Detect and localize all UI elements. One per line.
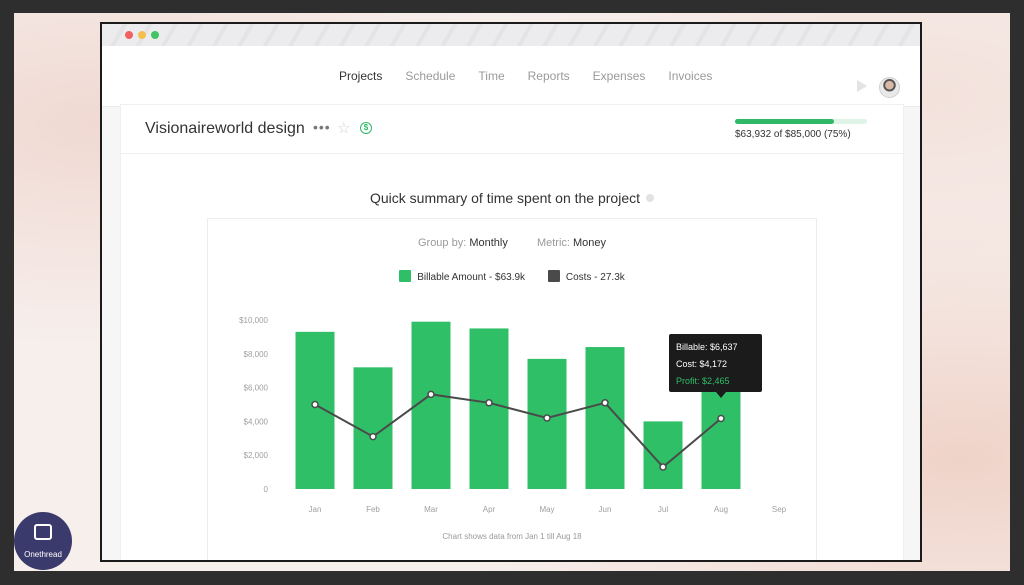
top-navbar: Projects Schedule Time Reports Expenses … xyxy=(102,46,920,107)
info-icon[interactable] xyxy=(646,194,654,202)
more-options-icon[interactable]: ••• xyxy=(313,119,331,135)
tooltip-profit: Profit: $2,465 xyxy=(676,376,730,386)
costs-point xyxy=(543,414,551,422)
costs-point xyxy=(659,463,667,471)
costs-point xyxy=(427,390,435,399)
budget-progress-fill xyxy=(735,119,834,124)
y-tick-label: $4,000 xyxy=(244,417,269,426)
tooltip-cost: Cost: $4,172 xyxy=(676,359,727,369)
x-tick-label: May xyxy=(539,505,554,514)
nav-item-expenses[interactable]: Expenses xyxy=(593,69,646,83)
summary-title-text: Quick summary of time spent on the proje… xyxy=(370,190,640,206)
nav-item-invoices[interactable]: Invoices xyxy=(668,69,712,83)
onethread-logo: Onethread xyxy=(14,512,72,570)
brand-name: Onethread xyxy=(24,550,62,559)
project-title: Visionaireworld design xyxy=(145,120,305,137)
chart-footnote: Chart shows data from Jan 1 till Aug 18 xyxy=(442,532,582,541)
nav-item-projects[interactable]: Projects xyxy=(339,69,382,83)
costs-point xyxy=(311,400,319,409)
tooltip-billable: Billable: $6,637 xyxy=(676,342,738,352)
costs-point xyxy=(717,414,725,423)
bar-jan xyxy=(295,331,335,489)
summary-heading: Quick summary of time spent on the proje… xyxy=(121,190,903,206)
maximize-window-dot[interactable] xyxy=(151,31,159,39)
nav-item-time[interactable]: Time xyxy=(478,69,504,83)
billable-dollar-icon: $ xyxy=(360,122,372,134)
y-tick-label: 0 xyxy=(264,485,269,494)
x-tick-label: Jun xyxy=(599,505,612,514)
bar-line-chart: 0 $2,000 $4,000 $6,000 $8,000 $10,000 Jan Feb Ma… xyxy=(239,316,787,514)
nav-item-reports[interactable]: Reports xyxy=(528,69,570,83)
costs-point xyxy=(369,432,377,441)
bar-apr xyxy=(469,328,509,489)
x-tick-label: Feb xyxy=(366,505,380,514)
y-tick-label: $6,000 xyxy=(244,384,269,393)
chart-panel: Group by: Monthly Metric: Money Billable… xyxy=(207,218,817,560)
minimize-window-dot[interactable] xyxy=(138,31,146,39)
close-window-dot[interactable] xyxy=(125,31,133,39)
costs-point xyxy=(485,399,493,407)
y-tick-label: $8,000 xyxy=(244,350,269,359)
project-header: Visionaireworld design ••• ☆ $ $63,932 o… xyxy=(121,105,903,154)
play-timer-icon[interactable] xyxy=(857,80,867,92)
x-tick-label: Apr xyxy=(483,505,496,514)
app-window: Projects Schedule Time Reports Expenses … xyxy=(100,22,922,562)
budget-progress-bar xyxy=(735,119,867,124)
x-tick-label: Aug xyxy=(714,505,728,514)
nav-item-schedule[interactable]: Schedule xyxy=(405,69,455,83)
nav-menu: Projects Schedule Time Reports Expenses … xyxy=(339,46,735,106)
user-avatar[interactable] xyxy=(879,77,900,98)
y-tick-label: $2,000 xyxy=(244,451,269,460)
budget-text: $63,932 of $85,000 (75%) xyxy=(735,129,851,140)
costs-point xyxy=(601,399,609,407)
onethread-logo-icon xyxy=(34,524,52,540)
y-tick-label: $10,000 xyxy=(239,316,268,325)
x-tick-label: Jul xyxy=(658,505,668,514)
x-tick-label: Sep xyxy=(772,505,787,514)
star-icon[interactable]: ☆ xyxy=(337,119,350,137)
bar-may xyxy=(527,358,567,489)
x-tick-label: Mar xyxy=(424,505,438,514)
project-card: Visionaireworld design ••• ☆ $ $63,932 o… xyxy=(121,105,903,560)
x-tick-label: Jan xyxy=(309,505,322,514)
window-titlebar xyxy=(102,24,920,46)
